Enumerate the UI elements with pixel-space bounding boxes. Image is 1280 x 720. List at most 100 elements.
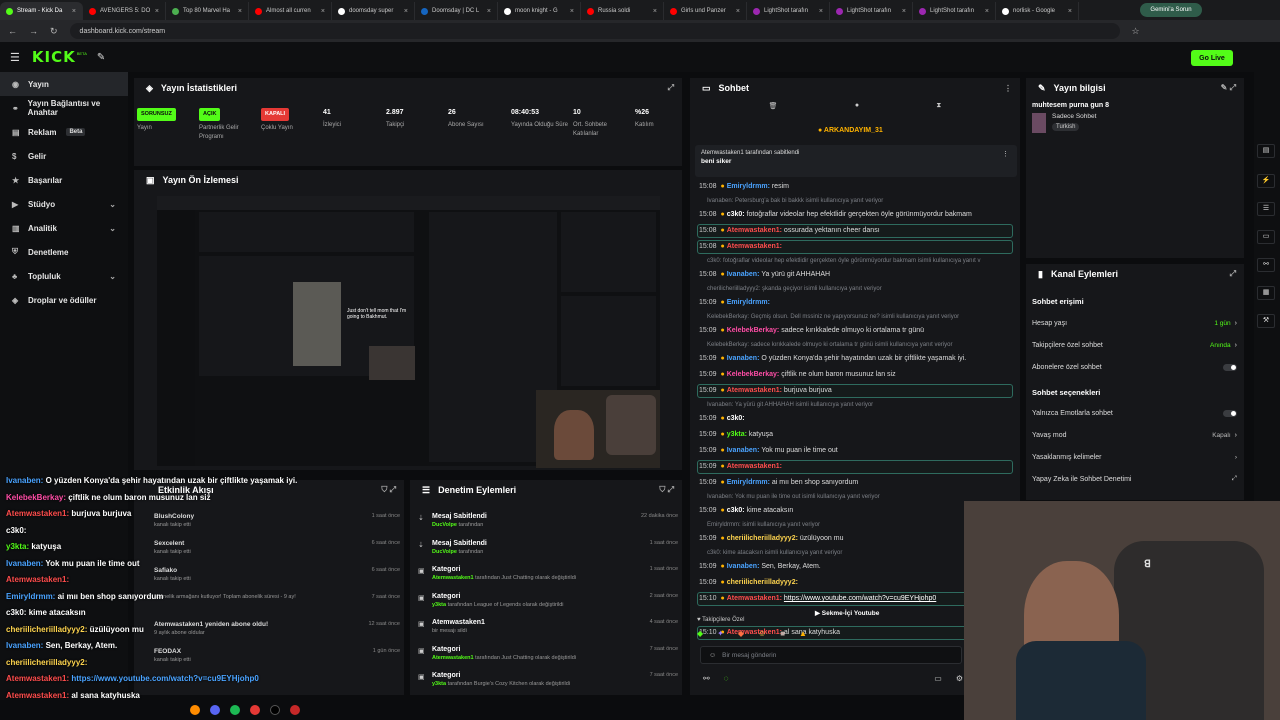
- filter-icon[interactable]: ⛉ ⤢: [381, 485, 396, 495]
- chat-username[interactable]: Atemwastaken1:: [727, 595, 784, 602]
- banned-words-row[interactable]: Yasaklanmış kelimeler ›: [1032, 451, 1237, 463]
- menu-icon[interactable]: ☰: [10, 51, 20, 64]
- close-icon[interactable]: ×: [570, 8, 574, 15]
- hourglass-icon[interactable]: ⧗: [936, 102, 941, 110]
- browser-tab[interactable]: LightShot tarafın ×: [830, 2, 913, 20]
- chat-username[interactable]: Ivanaben:: [727, 271, 762, 278]
- reload-icon[interactable]: ↻: [50, 26, 58, 37]
- taskbar-app-icon[interactable]: [290, 705, 300, 715]
- emote-icon[interactable]: ☺: [758, 629, 766, 641]
- forward-icon[interactable]: →: [29, 26, 38, 36]
- close-icon[interactable]: ×: [653, 8, 657, 15]
- chat-username[interactable]: cheriilicheriilladyyy2:: [727, 535, 800, 542]
- browser-tab[interactable]: Top 80 Marvel Ha ×: [166, 2, 249, 20]
- trash-icon[interactable]: 🗑: [769, 102, 778, 110]
- emotes-only-toggle[interactable]: [1223, 409, 1237, 417]
- browser-tab[interactable]: Almost all curren ×: [249, 2, 332, 20]
- slow-mode-row[interactable]: Yavaş mod Kapalı ›: [1032, 429, 1237, 441]
- subscribers-only-toggle[interactable]: [1223, 363, 1237, 371]
- rail-chat-icon[interactable]: ▭: [1257, 230, 1275, 244]
- chat-username[interactable]: Atemwastaken1:: [727, 243, 782, 250]
- sidebar-item[interactable]: ⚭ Yayın Bağlantısı ve Anahtar: [0, 96, 128, 120]
- refresh-icon[interactable]: ◌: [724, 674, 729, 686]
- popout-icon[interactable]: ⤢: [668, 83, 674, 93]
- chat-username[interactable]: Ivanaben:: [727, 447, 762, 454]
- taskbar-app-icon[interactable]: [190, 705, 200, 715]
- account-age-row[interactable]: Hesap yaşı 1 gün ›: [1032, 317, 1237, 329]
- chat-username[interactable]: cheriilicheriilladyyy2:: [727, 579, 798, 586]
- bookmark-star-icon[interactable]: ☆: [1132, 26, 1140, 37]
- sidebar-item[interactable]: ♣ Topluluk ⌄: [0, 264, 128, 288]
- rail-list-icon[interactable]: ☰: [1257, 202, 1275, 216]
- rail-wrench-icon[interactable]: ⚒: [1257, 314, 1275, 328]
- gear-icon[interactable]: ⚙: [956, 674, 963, 686]
- browser-tab[interactable]: AVENGERS 5: DO ×: [83, 2, 166, 20]
- link-icon[interactable]: ⚯: [703, 674, 710, 686]
- tiktok-icon[interactable]: [270, 705, 280, 715]
- chat-username[interactable]: Emiryldrmm:: [727, 299, 770, 306]
- sidebar-item[interactable]: $ Gelir: [0, 144, 128, 168]
- kick-logo[interactable]: KICK: [32, 48, 76, 66]
- taskbar-app-icon[interactable]: [250, 705, 260, 715]
- browser-tab[interactable]: Stream - Kick Da ×: [0, 2, 83, 20]
- close-icon[interactable]: ×: [155, 8, 159, 15]
- chat-username[interactable]: c3k0:: [727, 211, 747, 218]
- chat-username[interactable]: Emiryldrmm:: [727, 479, 772, 486]
- gemini-button[interactable]: Gemini'a Sorun: [1140, 3, 1202, 17]
- emote-icon[interactable]: ▲: [799, 629, 807, 641]
- close-icon[interactable]: ×: [902, 8, 906, 15]
- close-icon[interactable]: ×: [736, 8, 740, 15]
- close-icon[interactable]: ×: [819, 8, 823, 15]
- chat-username[interactable]: c3k0:: [727, 415, 745, 422]
- browser-tab[interactable]: Russia soldi ×: [581, 2, 664, 20]
- browser-tab[interactable]: Girls und Panzer ×: [664, 2, 747, 20]
- close-icon[interactable]: ×: [1068, 8, 1072, 15]
- sidebar-item[interactable]: ⛨ Denetleme: [0, 240, 128, 264]
- pin-icon[interactable]: ✎: [97, 52, 105, 63]
- close-icon[interactable]: ×: [72, 8, 76, 15]
- chat-username[interactable]: Atemwastaken1:: [727, 463, 782, 470]
- speech-icon[interactable]: ▭: [934, 674, 942, 686]
- rail-tools-icon[interactable]: ▦: [1257, 286, 1275, 300]
- followers-only-row[interactable]: Takipçilere özel sohbet Anında ›: [1032, 339, 1237, 351]
- browser-tab[interactable]: doomsday super ×: [332, 2, 415, 20]
- go-live-button[interactable]: Go Live: [1191, 50, 1233, 66]
- close-icon[interactable]: ×: [238, 8, 242, 15]
- chat-input[interactable]: ☺ Bir mesaj gönderin: [700, 646, 962, 664]
- sidebar-item[interactable]: ◉ Yayın: [0, 72, 128, 96]
- browser-tab[interactable]: moon knight - G ×: [498, 2, 581, 20]
- chat-username[interactable]: Atemwastaken1:: [727, 227, 784, 234]
- emote-icon[interactable]: ◆: [697, 629, 703, 641]
- spotify-icon[interactable]: [230, 705, 240, 715]
- chat-username[interactable]: c3k0:: [727, 507, 747, 514]
- emote-icon[interactable]: ✦: [717, 629, 724, 641]
- youtube-embed-button[interactable]: ▶ Sekme-İçi Youtube: [815, 609, 879, 617]
- popout-icon[interactable]: ⤢: [1230, 269, 1236, 279]
- rail-stats-icon[interactable]: ▤: [1257, 144, 1275, 158]
- sidebar-item[interactable]: ▶ Stüdyo ⌄: [0, 192, 128, 216]
- browser-tab[interactable]: LightShot tarafın ×: [913, 2, 996, 20]
- moderation-filter-icon[interactable]: ⛉ ⤢: [659, 485, 674, 495]
- discord-icon[interactable]: [210, 705, 220, 715]
- close-icon[interactable]: ×: [404, 8, 408, 15]
- emoji-icon[interactable]: ☺: [709, 652, 716, 659]
- back-icon[interactable]: ←: [8, 26, 17, 36]
- chat-username[interactable]: Emiryldrmm:: [727, 183, 772, 190]
- rail-link-icon[interactable]: ⚯: [1257, 258, 1275, 272]
- close-icon[interactable]: ×: [985, 8, 989, 15]
- emote-icon[interactable]: ■: [780, 629, 785, 641]
- chat-username[interactable]: KelebekBerkay:: [727, 327, 781, 334]
- speech-icon[interactable]: ●: [855, 102, 859, 110]
- sidebar-item[interactable]: ★ Başarılar: [0, 168, 128, 192]
- browser-tab[interactable]: norlisk - Google ×: [996, 2, 1079, 20]
- browser-tab[interactable]: Doomsday | DC L ×: [415, 2, 498, 20]
- url-field[interactable]: dashboard.kick.com/stream: [69, 23, 1120, 39]
- close-icon[interactable]: ×: [487, 8, 491, 15]
- chat-username[interactable]: Ivanaben:: [727, 563, 762, 570]
- chat-menu-icon[interactable]: ⋮: [1004, 84, 1012, 93]
- browser-tab[interactable]: LightShot tarafın ×: [747, 2, 830, 20]
- edit-icon[interactable]: ✎ ⤢: [1221, 83, 1236, 93]
- sidebar-item[interactable]: ▤ Reklam Beta: [0, 120, 128, 144]
- ai-moderation-row[interactable]: Yapay Zeka ile Sohbet Denetimi ⤢: [1032, 473, 1237, 485]
- pin-icon[interactable]: ⋮: [1002, 150, 1009, 158]
